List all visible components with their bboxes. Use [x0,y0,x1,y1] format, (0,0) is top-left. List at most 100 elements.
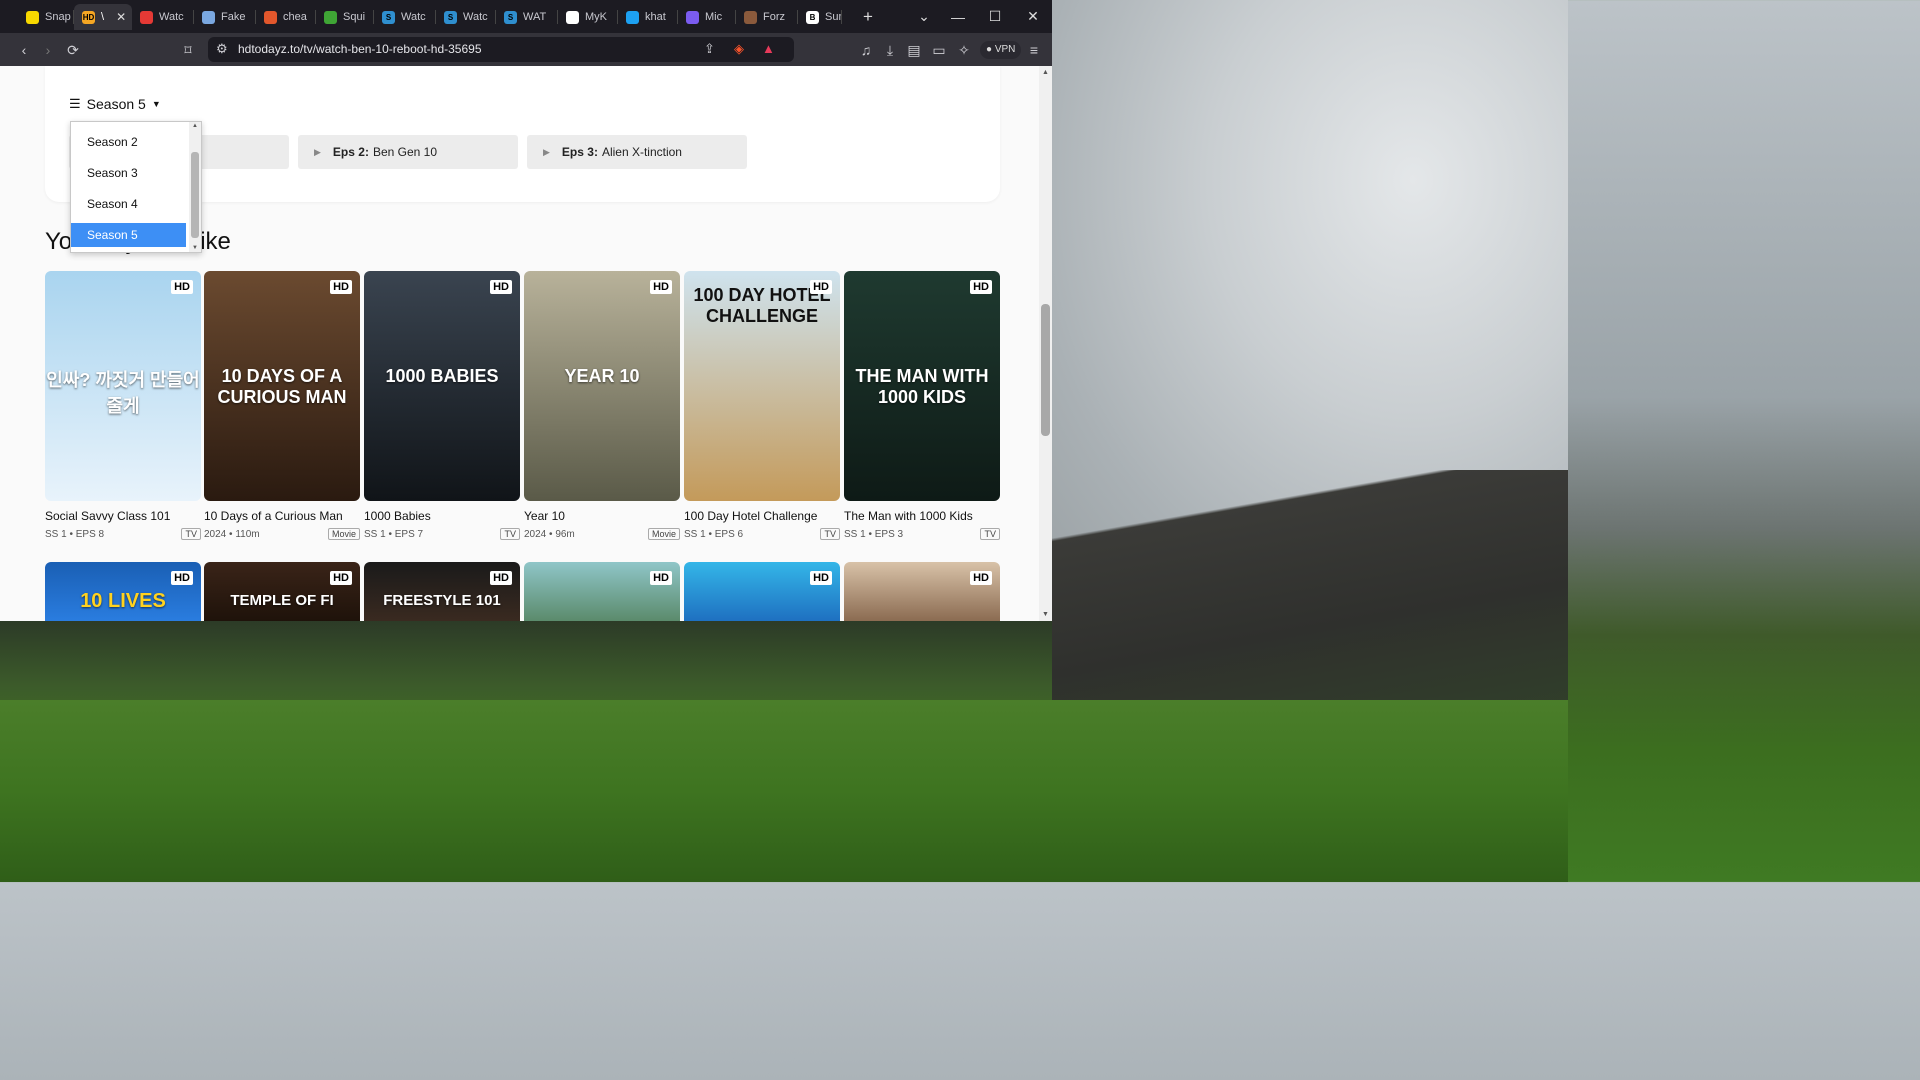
card-title[interactable]: Year 10 [524,509,565,523]
season-dropdown-button[interactable]: ☰ Season 5 ▼ [69,96,161,112]
card-meta-secondary: EPS 8 [75,529,105,540]
season-option[interactable]: Season 3 [71,161,186,185]
movie-card[interactable]: TEMPLE OF FI HD [204,562,360,621]
tab-3[interactable]: Watc [132,4,194,30]
poster-title-art: TEMPLE OF FI [230,592,334,609]
leo-ai-icon[interactable]: ✧ [954,40,974,60]
poster-image[interactable]: YEAR 10 HD [524,271,680,501]
vpn-button[interactable]: ● VPN [980,41,1022,59]
tab-12[interactable]: Mic [678,4,736,30]
poster-image[interactable]: 10 DAYS OF A CURIOUS MAN HD [204,271,360,501]
tab-title: khat [645,11,666,23]
poster-title-art: FREESTYLE 101 [383,592,501,609]
reload-icon[interactable]: ⟳ [63,40,83,60]
tab-9[interactable]: S WAT [496,4,558,30]
poster-title-art: 10 DAYS OF A CURIOUS MAN [217,366,347,407]
downloads-icon[interactable]: ⤓ [880,40,900,60]
poster-image[interactable]: 100 DAY HOTEL CHALLENGE HD [684,271,840,501]
poster-image[interactable]: 1000 BABIES HD [364,271,520,501]
scroll-up-icon[interactable]: ▲ [192,123,198,129]
card-title[interactable]: Social Savvy Class 101 [45,509,170,523]
card-type-badge: TV [500,528,520,540]
tab-14[interactable]: B Suns [798,4,842,30]
dropdown-scrollbar[interactable]: ▲ ▼ [189,122,201,252]
scroll-down-icon[interactable]: ▼ [1042,611,1049,618]
meta-dot: • [385,529,395,540]
tab-4[interactable]: Fake [194,4,256,30]
new-tab-button[interactable]: + [849,0,887,33]
minimize-icon[interactable]: — [939,0,977,33]
maximize-icon[interactable]: ☐ [976,0,1014,33]
back-icon[interactable]: ‹ [14,40,34,60]
scroll-down-icon[interactable]: ▼ [192,245,198,251]
tab-5[interactable]: chea [256,4,316,30]
movie-card[interactable]: HD [524,562,680,621]
hd-badge: HD [970,280,992,294]
card-title[interactable]: 10 Days of a Curious Man [204,509,343,523]
movie-card[interactable]: 100 DAY HOTEL CHALLENGE HD 100 Day Hotel C… [684,271,840,551]
sidebar-icon[interactable]: ▤ [904,40,924,60]
menu-icon[interactable]: ≡ [1024,40,1044,60]
wallpaper-field [0,700,1568,882]
hd-badge: HD [650,571,672,585]
tab-10[interactable]: MyK [558,4,618,30]
tab-11[interactable]: khat [618,4,678,30]
scroll-up-icon[interactable]: ▲ [1042,69,1049,76]
close-tab-icon[interactable]: ✕ [116,10,126,24]
season-option[interactable]: Season 4 [71,192,186,216]
tab-favicon-icon: B [806,10,819,24]
forward-icon[interactable]: › [38,40,58,60]
movie-card[interactable]: 1000 BABIES HD 1000 Babies SS 1 • EPS 7 TV [364,271,520,551]
card-type-badge: Movie [327,528,360,540]
tab-13[interactable]: Forz [736,4,798,30]
movie-card[interactable]: YEAR 10 HD Year 10 2024 • 96m Movie [524,271,680,551]
tab-7[interactable]: S Watc [374,4,436,30]
tab-title: Mic [705,11,723,23]
card-meta-primary: SS 1 [45,529,67,540]
media-icon[interactable]: ♫ [856,40,876,60]
meta-dot: • [226,529,236,540]
tab-favicon-icon: S [382,10,395,24]
poster-image[interactable]: THE MAN WITH 1000 KIDS HD [844,271,1000,501]
movie-card[interactable]: 10 DAYS OF A CURIOUS MAN HD 10 Days of a C… [204,271,360,551]
brave-shields-icon[interactable]: ◈ [734,41,744,57]
card-meta-secondary: 110m [235,529,260,540]
card-title[interactable]: 100 Day Hotel Challenge [684,509,817,523]
address-bar[interactable]: ⚙ hdtodayz.to/tv/watch-ben-10-reboot-hd-… [208,37,794,62]
movie-card[interactable]: HD [844,562,1000,621]
bookmark-icon[interactable]: ⌑ [178,40,198,60]
list-icon: ☰ [69,96,81,111]
site-settings-icon[interactable]: ⚙ [216,41,228,57]
close-window-icon[interactable]: ✕ [1014,0,1052,33]
card-title[interactable]: The Man with 1000 Kids [844,509,973,523]
card-meta-secondary: EPS 7 [394,529,424,540]
tab-1[interactable]: Snap [18,4,74,30]
movie-card[interactable]: THE MAN WITH 1000 KIDS HD The Man with 100… [844,271,1000,551]
page-scroll-thumb[interactable] [1041,304,1050,436]
season-option[interactable]: Season 5 [71,223,186,247]
share-icon[interactable]: ⇪ [704,41,715,57]
season-option[interactable]: Season 2 [71,130,186,154]
movie-card[interactable]: HD [684,562,840,621]
tab-favicon-icon [566,10,579,24]
tab-2[interactable]: HD \ ✕ [74,4,132,30]
movie-card[interactable]: FREESTYLE 101 HD [364,562,520,621]
episode-2[interactable]: ▶ Eps 2: Ben Gen 10 [298,135,518,169]
wallet-icon[interactable]: ▭ [929,40,949,60]
dropdown-scroll-thumb[interactable] [191,152,199,238]
tab-list-icon[interactable]: ⌄ [905,0,943,33]
card-meta-primary: 2024 [524,529,547,540]
card-type-badge: TV [820,528,840,540]
card-meta: SS 1 • EPS 3 [844,529,903,540]
poster-image[interactable]: 인싸? 까짓거 만들어 줄게 HD [45,271,201,501]
tab-title: \ [101,11,105,23]
card-title[interactable]: 1000 Babies [364,509,431,523]
page-scrollbar[interactable]: ▲ ▼ [1039,66,1052,621]
episode-3[interactable]: ▶ Eps 3: Alien X-tinction [527,135,747,169]
brave-rewards-icon[interactable]: ▲ [762,41,775,56]
movie-card[interactable]: 10 LIVES HD [45,562,201,621]
tab-8[interactable]: S Watc [436,4,496,30]
tab-6[interactable]: Squi [316,4,374,30]
tab-title: Watc [159,11,184,23]
movie-card[interactable]: 인싸? 까짓거 만들어 줄게 HD Social Savvy Class 101 SS… [45,271,201,551]
